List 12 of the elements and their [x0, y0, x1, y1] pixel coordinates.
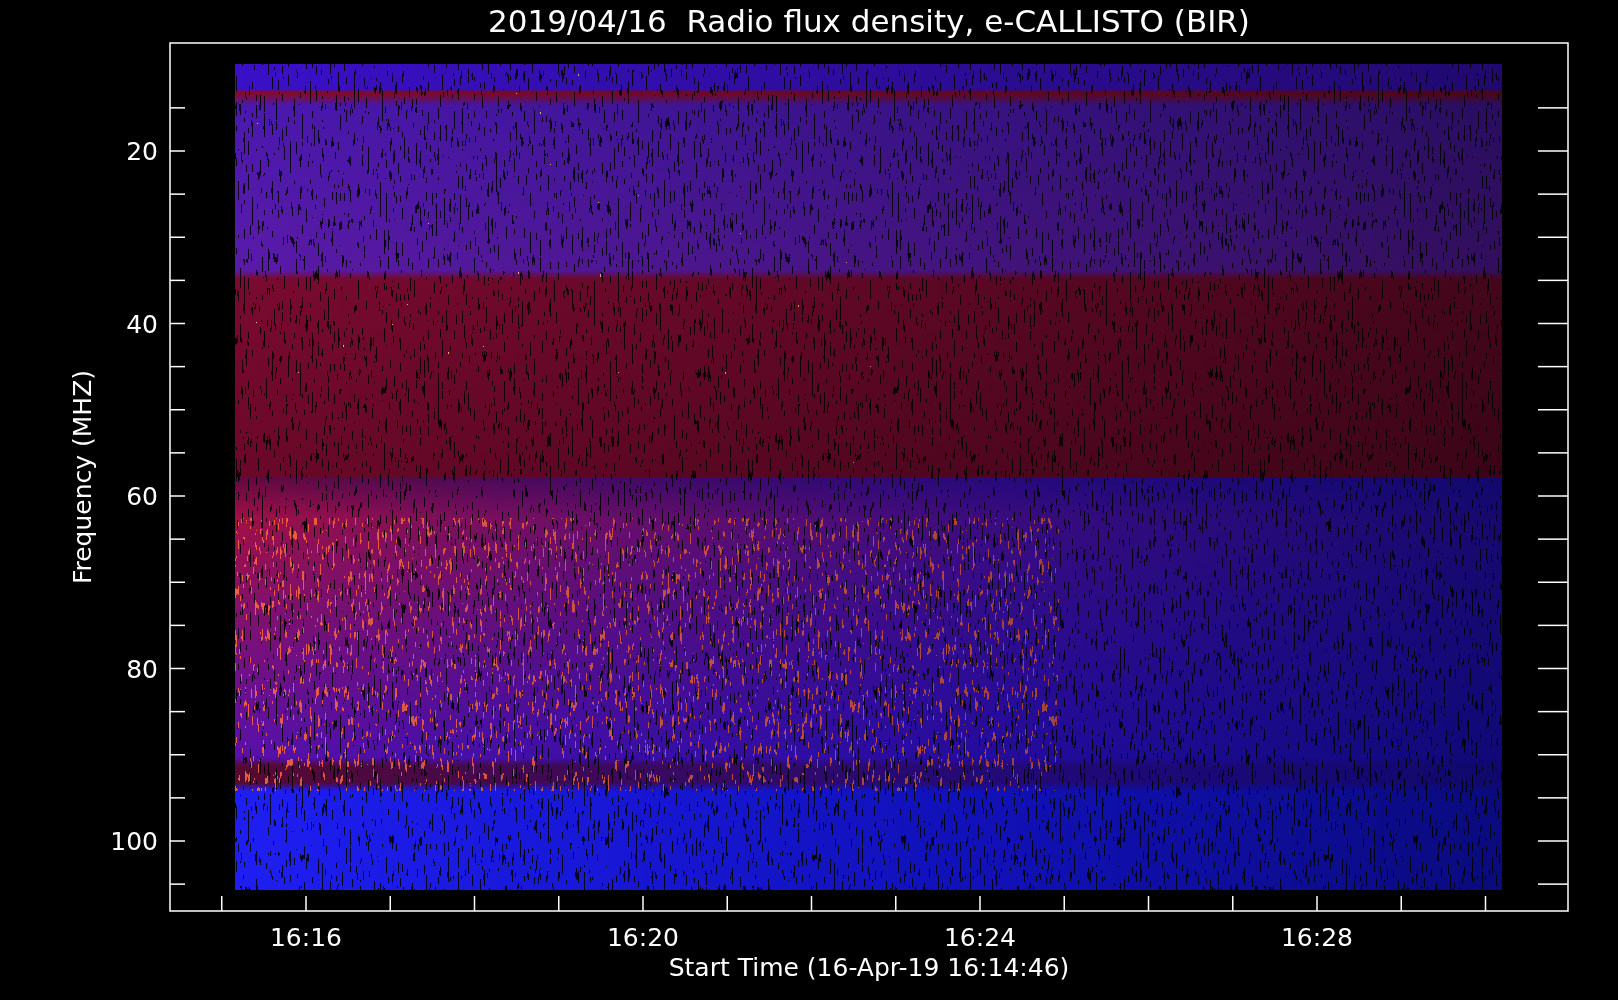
tick-label: 60 — [126, 482, 158, 511]
axis-label: Frequency (MHZ) — [68, 369, 97, 585]
tick-label: 40 — [126, 309, 158, 339]
axis-label: Start Time (16-Apr-19 16:14:46) — [668, 953, 1070, 982]
tick-label: 16:28 — [1281, 923, 1353, 952]
tick-label: 100 — [110, 827, 158, 856]
chart-title: 2019/04/16 Radio flux density, e-CALLISTO (BIR) — [488, 3, 1250, 39]
tick-label: 16:20 — [607, 923, 679, 952]
tick-label: 16:16 — [270, 923, 342, 952]
tick-label: 20 — [126, 137, 158, 166]
tick-label: 80 — [126, 654, 158, 684]
tick-label: 16:24 — [944, 923, 1016, 952]
